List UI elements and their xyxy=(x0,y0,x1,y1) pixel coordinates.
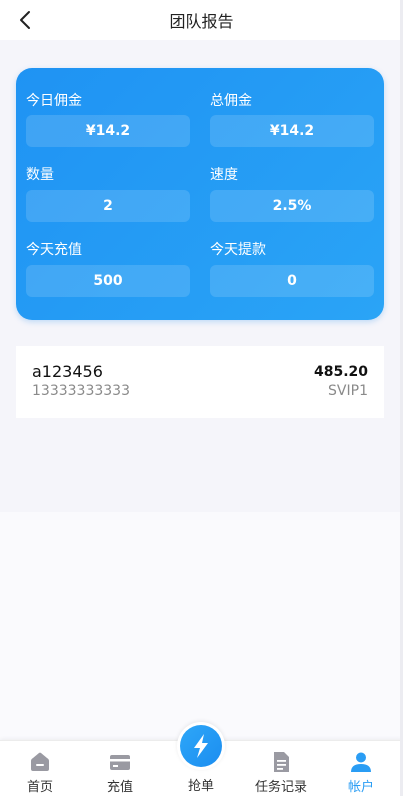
grab-order-button[interactable] xyxy=(177,722,225,770)
speed-label: 速度 xyxy=(210,167,238,183)
back-button[interactable] xyxy=(14,8,36,32)
quantity-value: 2 xyxy=(26,190,190,222)
tab-account-label: 帐户 xyxy=(347,780,374,795)
card-icon xyxy=(109,751,131,773)
lightning-icon xyxy=(194,734,208,758)
member-level: SVIP1 xyxy=(328,383,368,399)
user-icon xyxy=(350,751,372,773)
team-stats-card: 今日佣金 ¥14.2 总佣金 ¥14.2 数量 2 速度 2.5% 今天充值 5… xyxy=(16,68,384,320)
member-phone: 13333333333 xyxy=(32,383,130,399)
top-navbar: 团队报告 xyxy=(0,0,403,40)
tab-home-label: 首页 xyxy=(26,780,53,795)
tab-recharge[interactable]: 充值 xyxy=(80,741,160,796)
grab-order-circle xyxy=(180,725,222,767)
tab-account[interactable]: 帐户 xyxy=(321,741,401,796)
list-item[interactable]: a123456 13333333333 485.20 SVIP1 xyxy=(16,346,384,418)
total-commission-value: ¥14.2 xyxy=(210,115,374,147)
home-icon xyxy=(29,751,51,773)
page-title: 团队报告 xyxy=(169,12,234,31)
total-commission-label: 总佣金 xyxy=(210,93,252,109)
tab-grab-label: 抢单 xyxy=(187,779,214,794)
today-withdraw-label: 今天提款 xyxy=(210,242,266,258)
tab-home[interactable]: 首页 xyxy=(0,741,80,796)
tab-recharge-label: 充值 xyxy=(106,780,133,795)
today-commission-value: ¥14.2 xyxy=(26,115,190,147)
tab-records-label: 任务记录 xyxy=(254,780,307,795)
today-withdraw-value: 0 xyxy=(210,265,374,297)
today-recharge-value: 500 xyxy=(26,265,190,297)
member-name: a123456 xyxy=(32,362,103,381)
quantity-label: 数量 xyxy=(26,167,54,183)
today-commission-label: 今日佣金 xyxy=(26,93,82,109)
speed-value: 2.5% xyxy=(210,190,374,222)
tab-records[interactable]: 任务记录 xyxy=(241,741,321,796)
chevron-left-icon xyxy=(20,11,30,29)
document-icon xyxy=(270,751,292,773)
member-amount: 485.20 xyxy=(313,364,368,380)
today-recharge-label: 今天充值 xyxy=(26,242,82,258)
